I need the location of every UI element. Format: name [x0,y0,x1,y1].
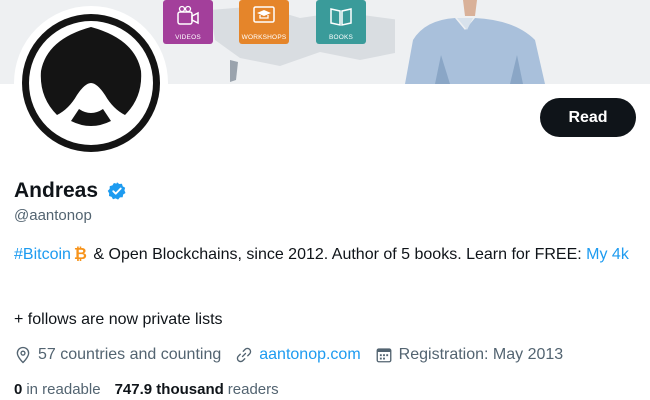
following-label: in readable [26,381,101,398]
followers-count: 747.9 thousand [114,381,224,398]
calendar-icon [376,348,392,363]
world-map-graphic [210,6,410,82]
display-name: Andreas [14,179,99,202]
link-icon [237,347,252,363]
workshops-label: WORKSHOPS [241,34,287,41]
videos-tile: VIDEOS [163,0,213,44]
bio-extra-line: + follows are now private lists [14,311,223,328]
following-stat[interactable]: 0 in readable [14,381,101,398]
books-tile: BOOKS [316,0,366,44]
avatar-logo-icon [19,11,163,155]
bio-link[interactable]: My 4k [586,246,629,263]
profile-bio: #Bitcoin ₿ & Open Blockchains, since 2012… [14,244,634,266]
profile-handle: @aantonop [14,207,92,224]
profile-meta: 57 countries and counting aantonop.com R… [14,345,577,365]
open-book-icon [330,8,352,26]
banner-person-photo [395,0,570,84]
followers-stat[interactable]: 747.9 thousand readers [115,381,279,398]
profile-avatar[interactable] [14,6,168,160]
bitcoin-icon: ₿ [73,246,87,263]
location-text: 57 countries and counting [38,346,222,363]
followers-label: readers [227,381,279,398]
location-item: 57 countries and counting [14,346,221,364]
workshops-tile: WORKSHOPS [239,0,289,44]
read-button[interactable]: Read [540,98,636,137]
joined-text: Registration: May 2013 [398,346,564,363]
website-item: aantonop.com [235,346,361,364]
video-camera-icon [177,5,199,25]
videos-label: VIDEOS [175,34,201,41]
verified-badge-icon [107,182,126,200]
joined-item: Registration: May 2013 [375,346,564,364]
profile-stats: 0 in readable 747.9 thousand readers [14,381,293,398]
bio-text: & Open Blockchains, since 2012. Author o… [88,246,582,263]
location-pin-icon [16,346,30,364]
graduation-cap-icon [253,6,275,23]
website-link[interactable]: aantonop.com [259,346,360,364]
books-label: BOOKS [328,34,354,41]
bitcoin-hashtag-link[interactable]: #Bitcoin [14,246,71,263]
following-count: 0 [14,381,23,398]
